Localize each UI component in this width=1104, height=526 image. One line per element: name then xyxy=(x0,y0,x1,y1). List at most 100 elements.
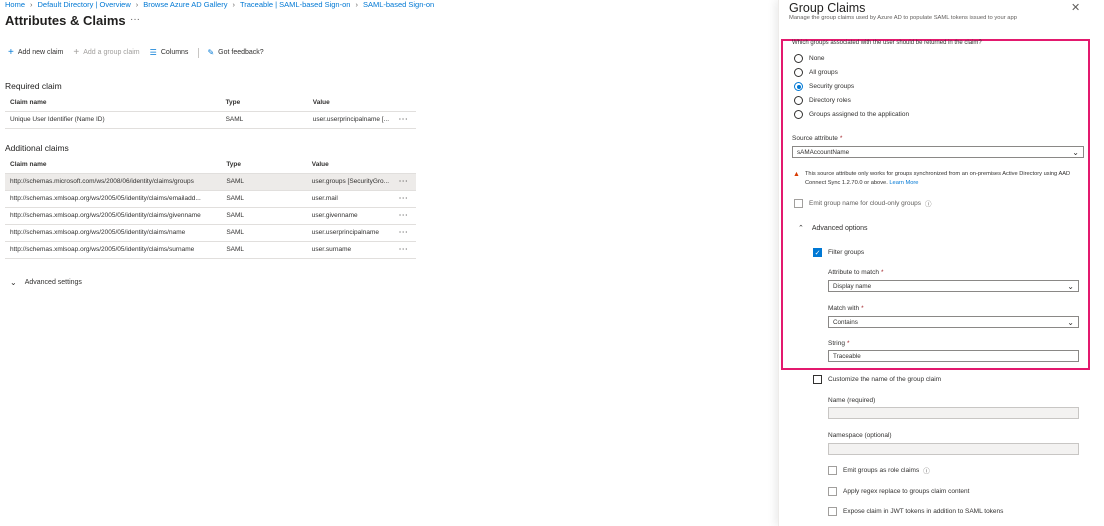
checkbox[interactable] xyxy=(794,198,803,208)
warning-text: This source attribute only works for gro… xyxy=(804,171,1071,186)
got-feedback-button[interactable]: ✎ Got feedback? xyxy=(207,48,263,57)
additional-claims-title: Additional claims xyxy=(5,143,69,153)
table-row[interactable]: http://schemas.xmlsoap.org/ws/2005/05/id… xyxy=(5,207,416,225)
row-more-icon[interactable]: ··· xyxy=(399,178,409,185)
radio-all-groups[interactable]: All groups xyxy=(794,68,838,77)
claim-name: http://schemas.xmlsoap.org/ws/2005/05/id… xyxy=(5,224,222,242)
claim-name: http://schemas.xmlsoap.org/ws/2005/05/id… xyxy=(5,207,222,225)
checkbox[interactable] xyxy=(828,487,837,496)
advanced-options-label: Advanced options xyxy=(811,224,868,232)
apply-regex-checkbox[interactable]: Apply regex replace to groups claim cont… xyxy=(828,487,969,496)
table-row[interactable]: http://schemas.xmlsoap.org/ws/2005/05/id… xyxy=(5,241,416,259)
more-options-icon[interactable]: ··· xyxy=(130,14,140,25)
attribute-to-match-dropdown[interactable]: Display name ⌄ xyxy=(828,280,1079,292)
table-row[interactable]: http://schemas.microsoft.com/ws/2008/06/… xyxy=(5,173,416,191)
radio-button[interactable] xyxy=(794,82,803,91)
breadcrumb-default-directory[interactable]: Default Directory | Overview xyxy=(38,0,131,9)
additional-claims-table: Claim name Type Value http://schemas.mic… xyxy=(5,157,416,259)
radio-label: None xyxy=(809,55,825,62)
radio-assigned-groups[interactable]: Groups assigned to the application xyxy=(794,110,909,119)
radio-directory-roles[interactable]: Directory roles xyxy=(794,96,851,105)
column-header: Type xyxy=(221,157,307,174)
feedback-icon: ✎ xyxy=(207,48,215,57)
columns-button[interactable]: ☰ Columns xyxy=(150,48,189,57)
add-new-claim-button[interactable]: + Add new claim xyxy=(8,47,63,58)
plus-icon: + xyxy=(73,47,80,58)
breadcrumb-home[interactable]: Home xyxy=(5,0,25,9)
claim-value: user.surname xyxy=(306,241,395,259)
emit-role-claims-checkbox[interactable]: Emit groups as role claims ⓘ xyxy=(828,465,930,475)
info-icon[interactable]: ⓘ xyxy=(925,198,932,208)
breadcrumb-saml-sign-on[interactable]: SAML-based Sign-on xyxy=(363,0,434,9)
claim-name: http://schemas.microsoft.com/ws/2008/06/… xyxy=(5,173,222,191)
radio-label: Security groups xyxy=(809,83,855,90)
claim-name: http://schemas.xmlsoap.org/ws/2005/05/id… xyxy=(5,190,222,208)
radio-button[interactable] xyxy=(794,68,803,77)
panel-title: Group Claims xyxy=(789,1,866,15)
match-with-dropdown[interactable]: Contains ⌄ xyxy=(828,316,1079,328)
row-more-icon[interactable]: ··· xyxy=(399,212,409,219)
panel-subtitle: Manage the group claims used by Azure AD… xyxy=(789,15,1017,21)
claim-value: user.mail xyxy=(306,190,395,208)
claim-type: SAML xyxy=(221,207,307,225)
claim-type: SAML xyxy=(220,111,308,129)
claim-name: http://schemas.xmlsoap.org/ws/2005/05/id… xyxy=(5,241,222,259)
claim-name: Unique User Identifier (Name ID) xyxy=(5,111,221,129)
warning-message: ▲ This source attribute only works for g… xyxy=(793,170,1083,188)
checkbox[interactable] xyxy=(828,507,837,516)
columns-label: Columns xyxy=(160,49,189,56)
emit-cloud-only-checkbox[interactable]: Emit group name for cloud-only groups ⓘ xyxy=(794,198,932,208)
page-title: Attributes & Claims xyxy=(5,13,126,28)
info-icon[interactable]: ⓘ xyxy=(923,465,930,475)
table-row[interactable]: http://schemas.xmlsoap.org/ws/2005/05/id… xyxy=(5,224,416,242)
close-icon[interactable]: ✕ xyxy=(1071,1,1080,14)
add-group-claim-button[interactable]: + Add a group claim xyxy=(73,47,139,58)
learn-more-link[interactable]: Learn More xyxy=(889,180,918,186)
column-header: Value xyxy=(307,95,395,112)
groups-question: Which groups associated with the user sh… xyxy=(792,40,982,46)
group-claims-panel: Group Claims Manage the group claims use… xyxy=(778,0,1104,526)
checkbox-label: Filter groups xyxy=(828,249,865,256)
claim-type: SAML xyxy=(221,241,307,259)
namespace-input[interactable] xyxy=(828,443,1079,455)
expose-jwt-checkbox[interactable]: Expose claim in JWT tokens in addition t… xyxy=(828,507,1003,516)
namespace-label: Namespace (optional) xyxy=(828,432,892,439)
add-group-claim-label: Add a group claim xyxy=(83,49,140,56)
source-attribute-dropdown[interactable]: sAMAccountName ⌄ xyxy=(792,146,1084,158)
string-input[interactable]: Traceable xyxy=(828,350,1079,362)
radio-button[interactable] xyxy=(794,96,803,105)
column-header: Type xyxy=(220,95,308,112)
claim-type: SAML xyxy=(221,190,307,208)
claim-value: user.userprincipalname xyxy=(306,224,395,242)
source-attribute-value: sAMAccountName xyxy=(797,148,850,156)
attribute-to-match-value: Display name xyxy=(833,282,872,290)
attribute-to-match-label: Attribute to match * xyxy=(828,269,884,276)
table-row[interactable]: Unique User Identifier (Name ID) SAML us… xyxy=(5,111,416,129)
radio-security-groups[interactable]: Security groups xyxy=(794,82,854,91)
radio-button[interactable] xyxy=(794,110,803,119)
customize-name-checkbox[interactable]: Customize the name of the group claim xyxy=(813,375,941,384)
row-more-icon[interactable]: ··· xyxy=(399,195,409,202)
row-more-icon[interactable]: ··· xyxy=(399,246,409,253)
claim-type: SAML xyxy=(221,224,307,242)
breadcrumb-azure-ad-gallery[interactable]: Browse Azure AD Gallery xyxy=(143,0,227,9)
checkbox[interactable] xyxy=(828,465,837,475)
name-input[interactable] xyxy=(828,407,1079,419)
row-more-icon[interactable]: ··· xyxy=(399,229,409,236)
breadcrumb-traceable[interactable]: Traceable | SAML-based Sign-on xyxy=(240,0,350,9)
table-row[interactable]: http://schemas.xmlsoap.org/ws/2005/05/id… xyxy=(5,190,416,208)
advanced-options-toggle[interactable]: ⌃ Advanced options xyxy=(798,224,868,233)
chevron-up-icon: ⌃ xyxy=(798,225,804,232)
filter-groups-checkbox[interactable]: ✓ Filter groups xyxy=(813,248,864,257)
radio-button[interactable] xyxy=(794,54,803,63)
checkbox-checked[interactable]: ✓ xyxy=(813,248,822,257)
checkbox-label: Customize the name of the group claim xyxy=(828,376,942,383)
toolbar: + Add new claim + Add a group claim ☰ Co… xyxy=(8,47,274,58)
advanced-settings-label: Advanced settings xyxy=(24,279,82,286)
advanced-settings-toggle[interactable]: ⌄ Advanced settings xyxy=(10,278,82,287)
name-label: Name (required) xyxy=(828,397,876,404)
radio-none[interactable]: None xyxy=(794,54,825,63)
plus-icon: + xyxy=(8,47,14,58)
checkbox[interactable] xyxy=(813,375,822,384)
row-more-icon[interactable]: ··· xyxy=(399,116,409,123)
